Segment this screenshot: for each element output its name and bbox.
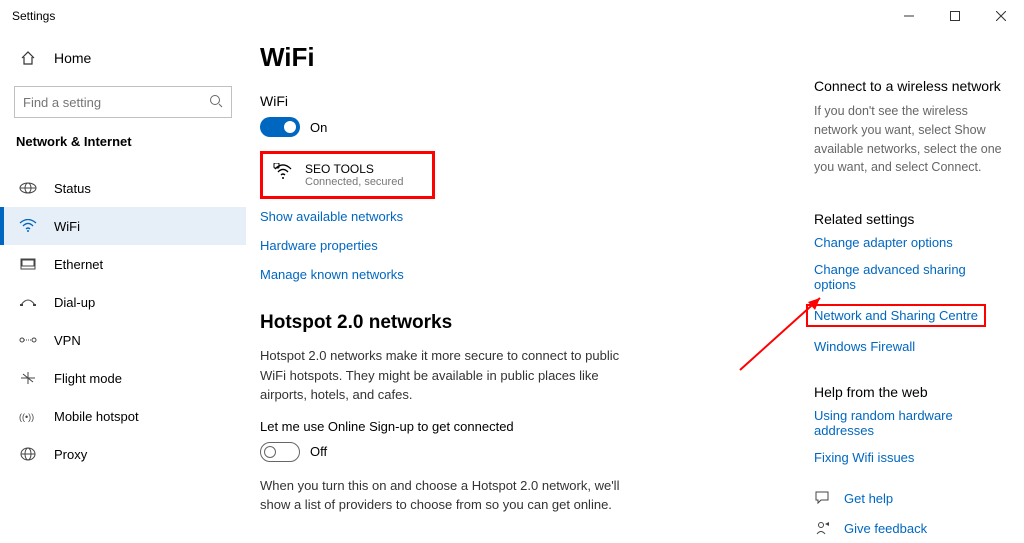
wifi-toggle-row: On (260, 117, 766, 137)
sidebar-item-proxy[interactable]: Proxy (0, 435, 246, 473)
connect-desc: If you don't see the wireless network yo… (814, 102, 1004, 177)
connected-network-card[interactable]: SEO TOOLS Connected, secured (260, 151, 435, 199)
home-label: Home (54, 50, 91, 66)
sidebar-item-dialup[interactable]: Dial-up (0, 283, 246, 321)
hotspot-desc: Hotspot 2.0 networks make it more secure… (260, 346, 640, 405)
hardware-props-link[interactable]: Hardware properties (260, 238, 378, 253)
sidebar-item-status[interactable]: Status (0, 169, 246, 207)
close-button[interactable] (978, 0, 1024, 32)
signup-toggle[interactable] (260, 442, 300, 462)
page-title: WiFi (260, 42, 766, 73)
nav-label: VPN (54, 333, 81, 348)
wifi-toggle[interactable] (260, 117, 300, 137)
category-label: Network & Internet (0, 128, 246, 161)
aside-column: Connect to a wireless network If you don… (766, 42, 1024, 543)
nav-label: Proxy (54, 447, 87, 462)
nav-label: Flight mode (54, 371, 122, 386)
windows-firewall-link[interactable]: Windows Firewall (814, 339, 915, 354)
sidebar-item-vpn[interactable]: VPN (0, 321, 246, 359)
feedback-link[interactable]: Give feedback (844, 521, 927, 536)
airplane-icon (18, 371, 38, 385)
nav-label: Ethernet (54, 257, 103, 272)
nav-label: Mobile hotspot (54, 409, 139, 424)
window-title: Settings (12, 9, 55, 23)
hotspot-title: Hotspot 2.0 networks (260, 312, 766, 334)
signup-toggle-row: Off (260, 442, 766, 462)
status-icon (18, 181, 38, 195)
nav-label: WiFi (54, 219, 80, 234)
maximize-button[interactable] (932, 0, 978, 32)
proxy-icon (18, 447, 38, 461)
home-nav[interactable]: Home (0, 40, 246, 76)
wifi-toggle-state: On (310, 120, 327, 135)
network-status: Connected, secured (305, 176, 403, 188)
title-bar: Settings (0, 0, 1024, 32)
nav-label: Dial-up (54, 295, 95, 310)
search-box[interactable] (14, 86, 232, 118)
search-icon (209, 94, 223, 111)
connect-head: Connect to a wireless network (814, 78, 1010, 94)
sidebar-item-ethernet[interactable]: Ethernet (0, 245, 246, 283)
feedback-icon (814, 519, 832, 537)
get-help-row[interactable]: Get help (814, 489, 1010, 507)
network-name: SEO TOOLS (305, 162, 403, 176)
get-help-icon (814, 489, 832, 507)
help-head: Help from the web (814, 384, 1010, 400)
search-input[interactable] (23, 95, 193, 110)
sidebar-item-wifi[interactable]: WiFi (0, 207, 246, 245)
sidebar: Home Network & Internet Status WiFi Ethe… (0, 32, 246, 543)
network-sharing-centre-link[interactable]: Network and Sharing Centre (806, 304, 986, 327)
feedback-row[interactable]: Give feedback (814, 519, 1010, 537)
adapter-options-link[interactable]: Change adapter options (814, 235, 953, 250)
wifi-links: Show available networks Hardware propert… (260, 209, 766, 282)
window-controls (886, 0, 1024, 32)
signup-label: Let me use Online Sign-up to get connect… (260, 419, 766, 434)
signup-toggle-state: Off (310, 444, 327, 459)
ethernet-icon (18, 257, 38, 271)
related-head: Related settings (814, 211, 1010, 227)
vpn-icon (18, 333, 38, 347)
fixing-wifi-link[interactable]: Fixing Wifi issues (814, 450, 914, 465)
hotspot-icon: ((•)) (18, 409, 38, 423)
random-mac-link[interactable]: Using random hardware addresses (814, 408, 1010, 438)
home-icon (18, 48, 38, 68)
nav-label: Status (54, 181, 91, 196)
related-links: Change adapter options Change advanced s… (814, 235, 1010, 354)
minimize-button[interactable] (886, 0, 932, 32)
network-text: SEO TOOLS Connected, secured (305, 162, 403, 188)
nav-list: Status WiFi Ethernet Dial-up VPN Flight … (0, 169, 246, 473)
help-links: Using random hardware addresses Fixing W… (814, 408, 1010, 465)
manage-known-link[interactable]: Manage known networks (260, 267, 404, 282)
svg-text:((•)): ((•)) (19, 412, 34, 422)
advanced-sharing-link[interactable]: Change advanced sharing options (814, 262, 1010, 292)
wifi-secured-icon (273, 162, 293, 182)
wifi-label: WiFi (260, 93, 766, 109)
dialup-icon (18, 295, 38, 309)
sidebar-item-mobilehotspot[interactable]: ((•)) Mobile hotspot (0, 397, 246, 435)
hotspot-desc2: When you turn this on and choose a Hotsp… (260, 476, 640, 515)
content-pane: WiFi WiFi On SEO TOOLS Connected, secure… (246, 32, 1024, 543)
show-networks-link[interactable]: Show available networks (260, 209, 403, 224)
sidebar-item-flightmode[interactable]: Flight mode (0, 359, 246, 397)
wifi-icon (18, 219, 38, 233)
main-column: WiFi WiFi On SEO TOOLS Connected, secure… (246, 42, 766, 543)
main-layout: Home Network & Internet Status WiFi Ethe… (0, 32, 1024, 543)
get-help-link[interactable]: Get help (844, 491, 893, 506)
